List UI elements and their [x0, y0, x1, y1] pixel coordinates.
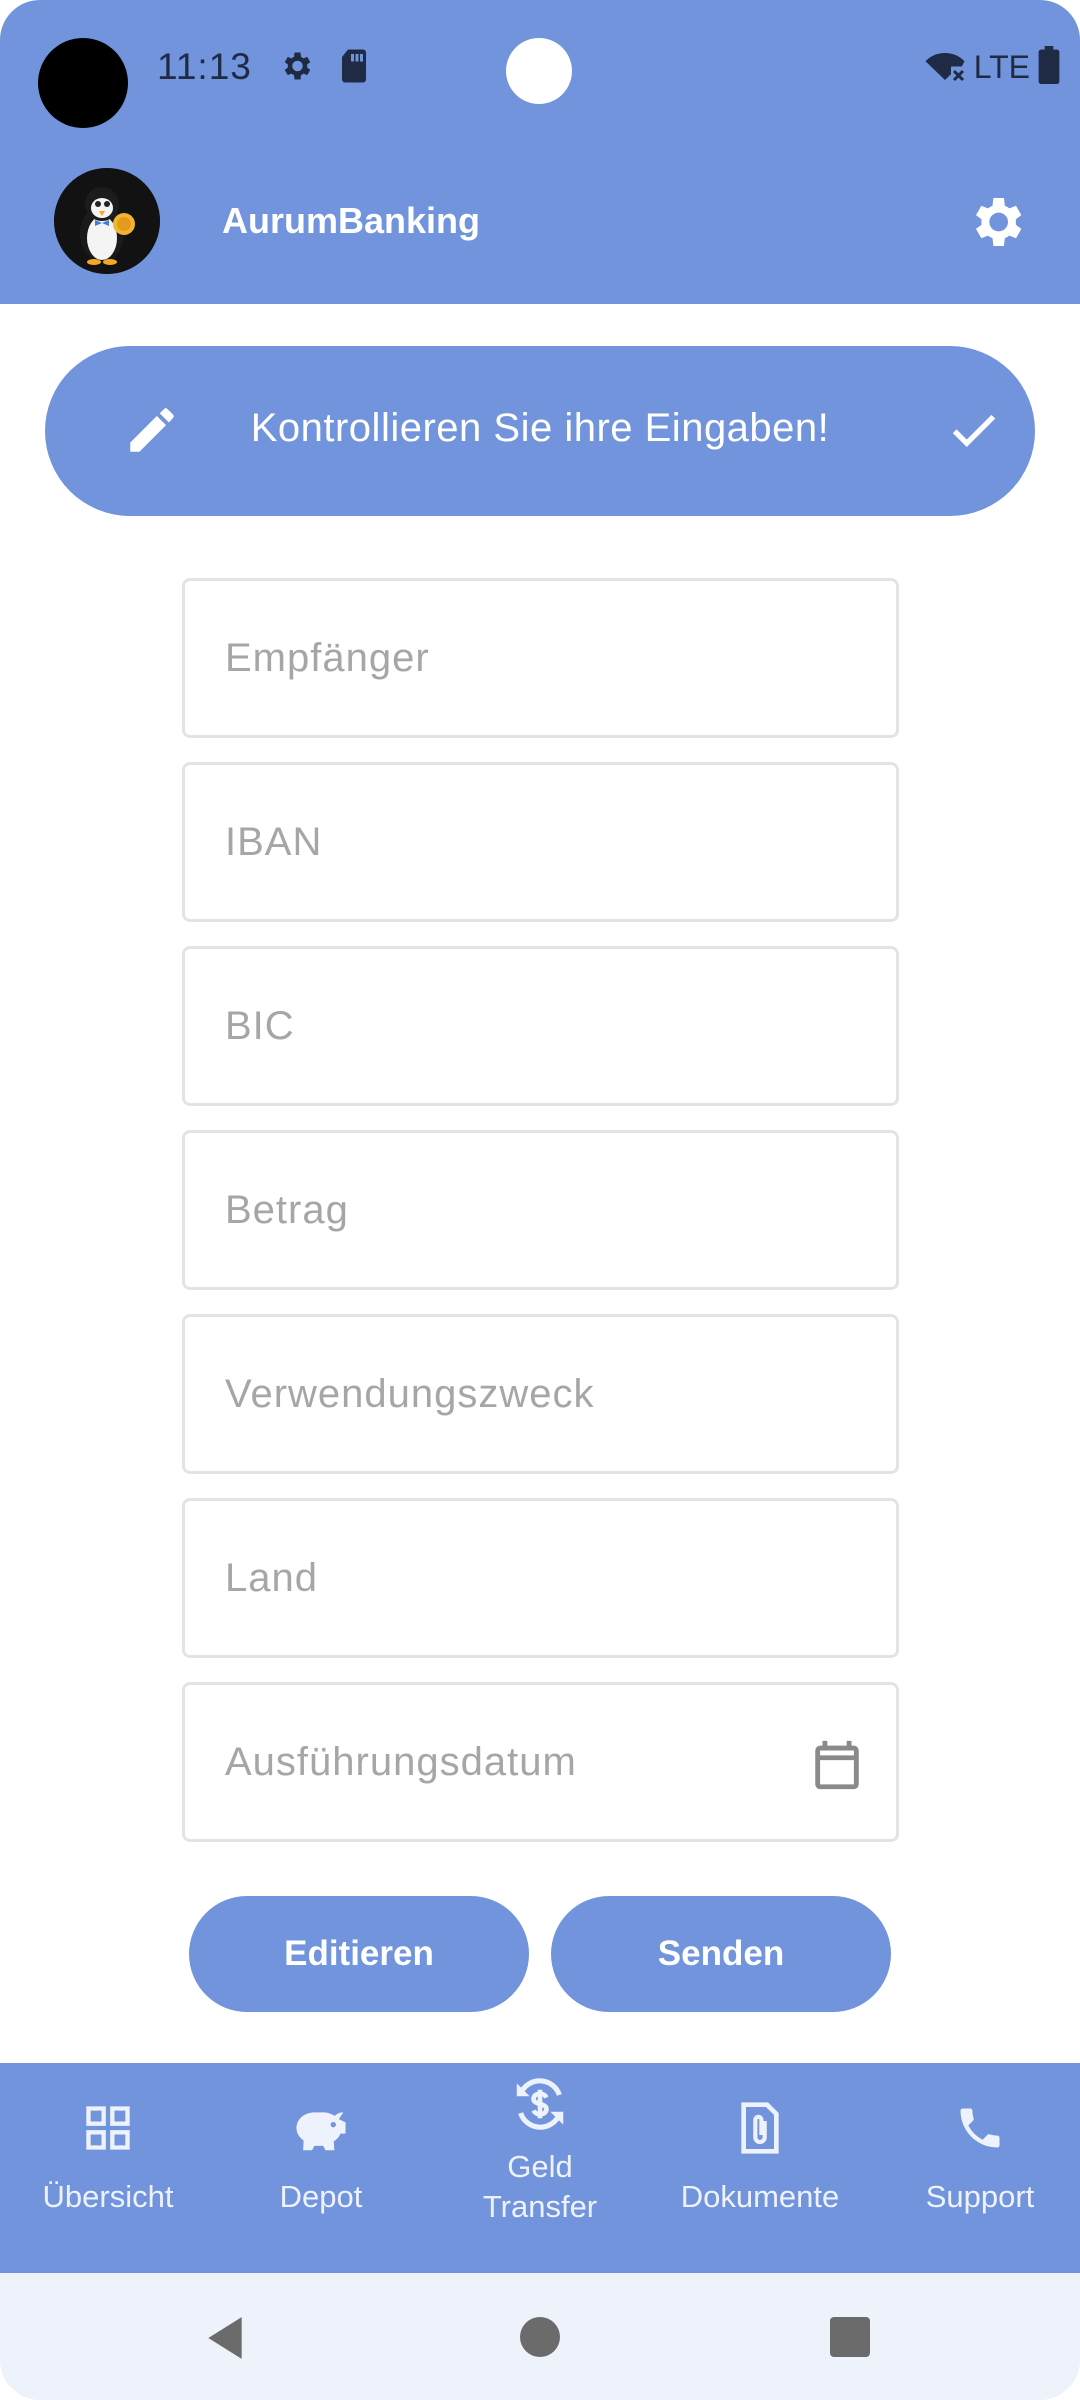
country-input[interactable]	[185, 1501, 896, 1655]
edit-button[interactable]: Editieren	[189, 1896, 529, 2012]
recipient-field[interactable]	[182, 578, 899, 738]
settings-icon	[278, 48, 314, 89]
nav-label-depot: Depot	[279, 2179, 363, 2214]
nav-item-transfer[interactable]: Geld Transfer	[432, 2063, 648, 2273]
front-camera	[506, 38, 572, 104]
sd-card-icon	[338, 48, 370, 89]
status-time: 11:13	[157, 46, 252, 87]
check-icon[interactable]	[945, 401, 1003, 464]
bottom-navigation: Übersicht Depot Geld Transfer Dokumente …	[0, 2063, 1080, 2273]
execution-date-field[interactable]	[182, 1682, 899, 1842]
nav-item-documents[interactable]: Dokumente	[652, 2063, 868, 2273]
network-label: LTE	[973, 49, 1030, 85]
status-right-cluster: LTE	[924, 46, 1060, 89]
grid-icon	[82, 2102, 134, 2164]
recipient-input[interactable]	[185, 581, 896, 735]
validation-banner: Kontrollieren Sie ihre Eingaben!	[45, 346, 1035, 516]
calendar-icon[interactable]	[808, 1735, 866, 1800]
back-icon[interactable]	[204, 2313, 246, 2368]
status-bar: 11:13 LTE	[0, 0, 1080, 140]
execution-date-input[interactable]	[185, 1685, 896, 1839]
phone-icon	[954, 2102, 1006, 2164]
document-attachment-icon	[735, 2100, 785, 2166]
nav-item-overview[interactable]: Übersicht	[0, 2063, 216, 2273]
amount-input[interactable]	[185, 1133, 896, 1287]
wifi-off-icon	[924, 47, 966, 88]
piggy-bank-icon	[292, 2102, 350, 2164]
currency-exchange-icon	[509, 2073, 571, 2145]
nav-item-depot[interactable]: Depot	[213, 2063, 429, 2273]
bic-field[interactable]	[182, 946, 899, 1106]
nav-item-support[interactable]: Support	[872, 2063, 1080, 2273]
purpose-field[interactable]	[182, 1314, 899, 1474]
app-bar: AurumBanking	[0, 140, 1080, 304]
gear-icon	[964, 198, 1028, 258]
country-field[interactable]	[182, 1498, 899, 1658]
camera-cutout	[38, 38, 128, 128]
nav-label-documents: Dokumente	[680, 2179, 840, 2214]
nav-label-transfer: Geld Transfer	[482, 2149, 598, 2224]
home-icon[interactable]	[520, 2317, 560, 2357]
settings-button[interactable]	[964, 190, 1028, 254]
banner-message: Kontrollieren Sie ihre Eingaben!	[250, 406, 830, 450]
amount-field[interactable]	[182, 1130, 899, 1290]
system-navigation-bar	[0, 2273, 1080, 2400]
recent-apps-icon[interactable]	[830, 2317, 870, 2357]
purpose-input[interactable]	[185, 1317, 896, 1471]
iban-field[interactable]	[182, 762, 899, 922]
send-button[interactable]: Senden	[551, 1896, 891, 2012]
app-title: AurumBanking	[222, 200, 481, 241]
bic-input[interactable]	[185, 949, 896, 1103]
iban-input[interactable]	[185, 765, 896, 919]
battery-icon	[1038, 46, 1060, 89]
nav-label-overview: Übersicht	[42, 2179, 174, 2214]
app-logo-avatar	[54, 168, 160, 274]
nav-label-support: Support	[925, 2179, 1035, 2214]
